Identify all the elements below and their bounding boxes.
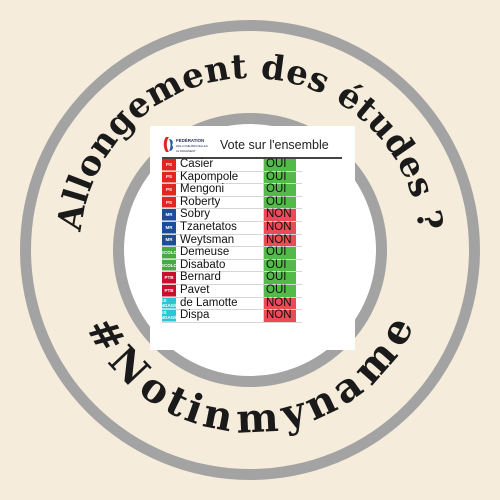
- deputy-name: Weytsman: [176, 234, 264, 247]
- party-badge: PS: [162, 196, 176, 209]
- card-header: FÉDÉRATION WALLONIE-BRUXELLES LE PARLEME…: [162, 134, 352, 156]
- party-badge: MR: [162, 234, 176, 247]
- vote-cell: NON: [264, 310, 296, 322]
- vote-cell: NON: [264, 297, 296, 310]
- party-badge: LES ENGAGÉS: [157, 297, 181, 310]
- deputy-name: Dispa: [176, 310, 264, 322]
- vote-cell: NON: [264, 209, 296, 221]
- deputy-name: Roberty: [176, 196, 264, 209]
- party-badge: PS: [162, 171, 176, 184]
- party-badge: ECOLO: [161, 247, 177, 259]
- vote-cell: OUI: [264, 171, 296, 184]
- vote-table: PS Casier OUI PS Kapompole OUI PS Mengoni OUI PS R…: [157, 158, 302, 323]
- vote-cell: OUI: [264, 259, 296, 272]
- vote-row: MR Tzanetatos NON: [162, 221, 302, 235]
- party-badge: MR: [162, 221, 176, 234]
- deputy-name: Mengoni: [176, 184, 264, 196]
- vote-row: PS Casier OUI: [162, 158, 302, 172]
- deputy-name: Disabato: [176, 259, 264, 272]
- deputy-name: Tzanetatos: [176, 221, 264, 234]
- deputy-name: Demeuse: [176, 247, 264, 259]
- party-badge: ECOLO: [161, 259, 177, 272]
- logo-mark-red: [163, 137, 169, 152]
- vote-row: PTB Pavet OUI: [162, 284, 302, 298]
- vote-cell: OUI: [264, 184, 296, 196]
- party-badge: LES ENGAGÉS: [157, 310, 181, 322]
- party-badge: PTB: [162, 272, 176, 284]
- logo-line2: WALLONIE-BRUXELLES: [176, 144, 208, 148]
- deputy-name: de Lamotte: [176, 297, 264, 310]
- vote-card: FÉDÉRATION WALLONIE-BRUXELLES LE PARLEME…: [150, 126, 355, 350]
- vote-row: PS Mengoni OUI: [162, 184, 302, 197]
- logo-mark-blue: [169, 139, 173, 151]
- party-badge: MR: [162, 209, 176, 221]
- vote-title: Vote sur l'ensemble: [220, 138, 329, 152]
- logo-line1: FÉDÉRATION: [176, 138, 204, 143]
- vote-cell: NON: [264, 221, 296, 234]
- logo-line3: LE PARLEMENT: [176, 149, 196, 153]
- vote-row: ECOLO Demeuse OUI: [161, 247, 302, 260]
- deputy-name: Pavet: [176, 284, 264, 297]
- vote-cell: OUI: [264, 247, 296, 259]
- vote-row: LES ENGAGÉS Dispa NON: [157, 310, 302, 323]
- deputy-name: Sobry: [176, 209, 264, 221]
- deputy-name: Bernard: [176, 272, 264, 284]
- party-badge: PS: [162, 184, 176, 196]
- deputy-name: Casier: [176, 158, 264, 171]
- vote-cell: OUI: [264, 272, 296, 284]
- party-badge: PS: [162, 159, 176, 171]
- party-badge: PTB: [162, 284, 176, 297]
- deputy-name: Kapompole: [176, 171, 264, 184]
- parliament-logo: FÉDÉRATION WALLONIE-BRUXELLES LE PARLEME…: [163, 137, 208, 153]
- vote-cell: OUI: [264, 284, 296, 297]
- vote-cell: OUI: [264, 196, 296, 209]
- vote-cell: OUI: [264, 158, 296, 171]
- vote-cell: NON: [264, 234, 296, 247]
